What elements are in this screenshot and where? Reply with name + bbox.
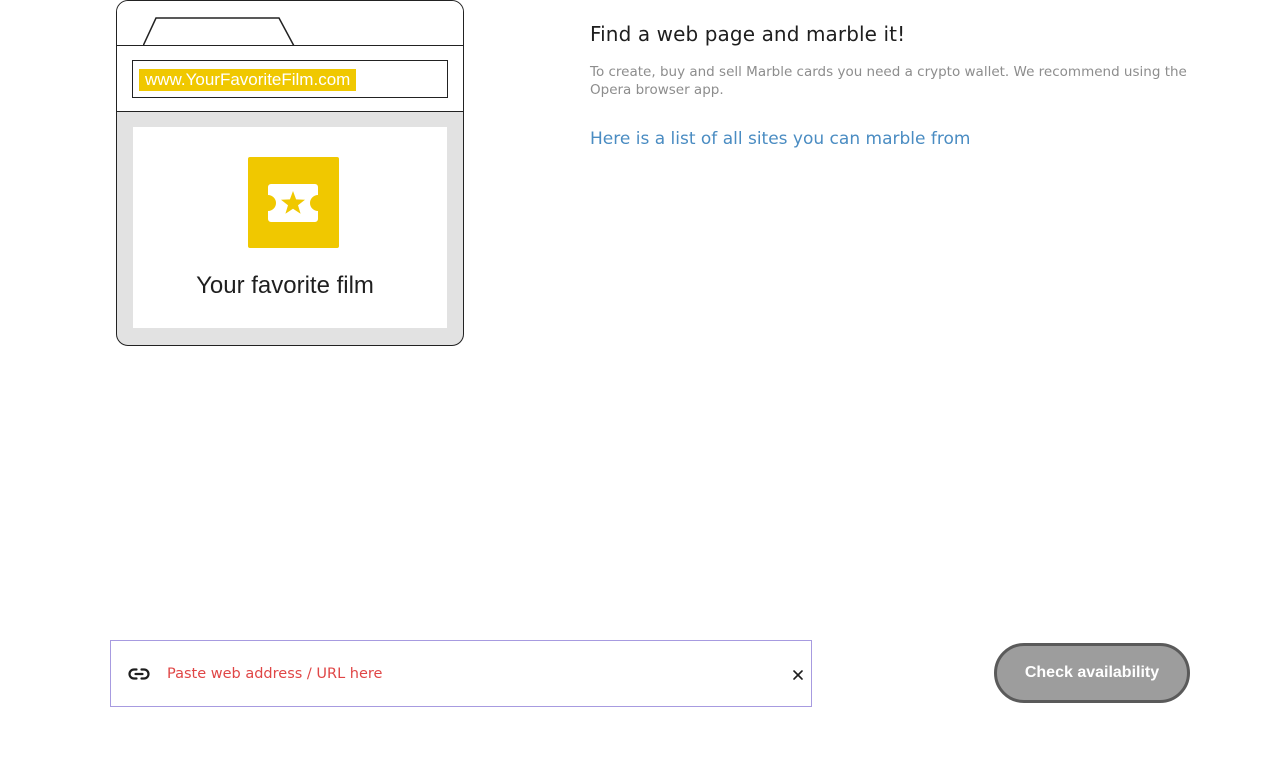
close-icon[interactable] xyxy=(791,668,805,682)
supported-sites-link[interactable]: Here is a list of all sites you can marb… xyxy=(590,129,970,149)
check-availability-button[interactable]: Check availability xyxy=(994,643,1190,703)
illustration-address-bar: www.YourFavoriteFilm.com xyxy=(132,60,448,98)
illustration-page-content: Your favorite film xyxy=(133,127,447,328)
ticket-star-icon xyxy=(248,157,339,248)
url-input-container xyxy=(110,640,812,707)
url-input[interactable] xyxy=(167,657,767,691)
browser-tab-icon xyxy=(143,17,295,46)
wallet-description: To create, buy and sell Marble cards you… xyxy=(590,64,1187,98)
link-icon xyxy=(128,668,150,680)
browser-illustration: www.YourFavoriteFilm.com Your favorite f… xyxy=(116,0,464,346)
illustration-url-text: www.YourFavoriteFilm.com xyxy=(139,69,357,91)
illustration-address-area: www.YourFavoriteFilm.com xyxy=(117,46,463,112)
illustration-tab-bar xyxy=(117,1,463,46)
illustration-film-title: Your favorite film xyxy=(196,272,374,299)
page-heading: Find a web page and marble it! xyxy=(590,22,906,46)
marble-page: www.YourFavoriteFilm.com Your favorite f… xyxy=(0,0,1268,763)
